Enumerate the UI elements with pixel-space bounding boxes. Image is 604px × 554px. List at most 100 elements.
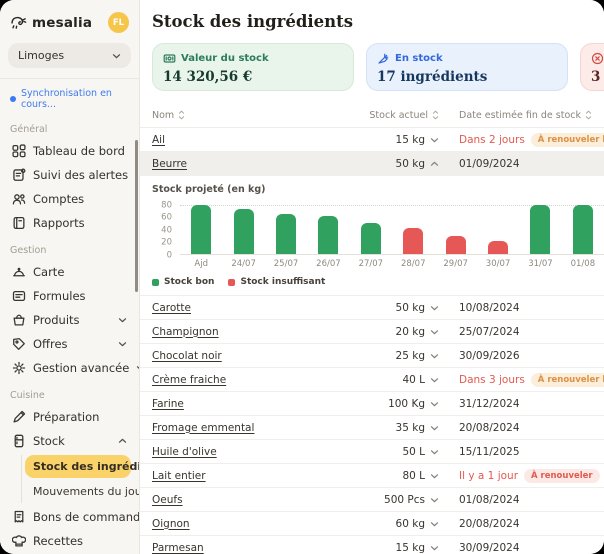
renewal-badge: À renouveler bientôt xyxy=(531,133,604,147)
table-row-fromage-emmental[interactable]: Fromage emmental35 kg20/08/2024 xyxy=(140,416,604,440)
sidebar-item-produits[interactable]: Produits xyxy=(8,308,131,332)
table-row-carotte[interactable]: Carotte50 kg10/08/2024 xyxy=(140,296,604,320)
x-tick-label: 27/07 xyxy=(350,259,392,269)
chevron-down-icon[interactable] xyxy=(430,544,439,552)
table-row-chocolat-noir[interactable]: Chocolat noir25 kg30/09/2026 xyxy=(140,344,604,368)
ingredient-link[interactable]: Chocolat noir xyxy=(152,350,222,362)
ingredient-link[interactable]: Beurre xyxy=(152,158,187,170)
chevron-down-icon[interactable] xyxy=(430,448,439,456)
stock-value: 25 kg xyxy=(396,350,425,362)
chevron-down-icon[interactable] xyxy=(430,496,439,504)
ingredient-link[interactable]: Oeufs xyxy=(152,494,183,506)
x-tick-label: 31/07 xyxy=(519,259,561,269)
bar-25-07[interactable] xyxy=(276,214,296,255)
bar-31-07[interactable] xyxy=(530,205,550,255)
column-header-stock-actuel[interactable]: Stock actuel xyxy=(309,110,439,121)
sidebar-item-formules[interactable]: Formules xyxy=(8,284,131,308)
table-row-beurre[interactable]: Beurre50 kg01/09/2024 xyxy=(140,152,604,176)
sidebar-item-preparation[interactable]: Préparation xyxy=(8,405,131,429)
ingredient-link[interactable]: Carotte xyxy=(152,302,191,314)
ingredient-link[interactable]: Oignon xyxy=(152,518,190,530)
table-row-champignon[interactable]: Champignon20 kg25/07/2024 xyxy=(140,320,604,344)
table-row-creme-fraiche[interactable]: Crème fraiche40 LDans 3 joursÀ renouvele… xyxy=(140,368,604,392)
bar-24-07[interactable] xyxy=(234,209,254,255)
sidebar-item-comptes[interactable]: Comptes xyxy=(8,187,131,211)
column-header-date-estimee-fin-de-stock[interactable]: Date estimée fin de stock xyxy=(439,110,604,121)
table-row-oeufs[interactable]: Oeufs500 Pcs01/08/2024 xyxy=(140,488,604,512)
ingredient-link[interactable]: Farine xyxy=(152,398,184,410)
x-tick-label: 01/08 xyxy=(562,259,604,269)
sidebar-item-recettes[interactable]: Recettes xyxy=(8,529,131,553)
sidebar-item-suivi-des-alertes[interactable]: Suivi des alertes xyxy=(8,163,131,187)
chevron-down-icon[interactable] xyxy=(430,136,439,144)
cell-date: Dans 2 joursÀ renouveler bientôt xyxy=(439,133,604,147)
renewal-badge: À renouveler bientôt xyxy=(531,373,604,387)
stock-value: 15 kg xyxy=(396,134,425,146)
table-row-lait-entier[interactable]: Lait entier80 LIl y a 1 jourÀ renouveler xyxy=(140,464,604,488)
chevron-down-icon[interactable] xyxy=(430,304,439,312)
bar-28-07[interactable] xyxy=(403,228,423,256)
cell-name: Oignon xyxy=(152,518,309,530)
main-content: Stock des ingrédients Valeur du stock14 … xyxy=(140,0,604,554)
chevron-up-icon[interactable] xyxy=(430,160,439,168)
card-label: En stock xyxy=(395,53,443,64)
stock-value: 80 L xyxy=(402,470,425,482)
sidebar-subitem-mouvements-du-jour[interactable]: Mouvements du jour xyxy=(25,480,131,503)
sort-icon[interactable] xyxy=(432,110,439,120)
sidebar-item-carte[interactable]: Carte xyxy=(8,260,131,284)
cell-name: Crème fraiche xyxy=(152,374,309,386)
sidebar-item-bons-de-commandes[interactable]: Bons de commandes xyxy=(8,505,131,529)
chevron-down-icon[interactable] xyxy=(430,328,439,336)
table-row-farine[interactable]: Farine100 Kg31/12/2024 xyxy=(140,392,604,416)
sidebar-item-rapports[interactable]: Rapports xyxy=(8,211,131,235)
table-row-oignon[interactable]: Oignon60 kg20/08/2024 xyxy=(140,512,604,536)
sidebar-item-stock[interactable]: Stock xyxy=(8,429,131,453)
ingredient-link[interactable]: Huile d'olive xyxy=(152,446,217,458)
bar-27-07[interactable] xyxy=(361,223,381,255)
legend-swatch xyxy=(228,279,235,286)
sidebar-subitem-stock-des-ingredients[interactable]: Stock des ingrédients xyxy=(25,455,131,478)
chevron-down-icon[interactable] xyxy=(430,400,439,408)
preparation-icon xyxy=(12,410,26,424)
chevron-down-icon[interactable] xyxy=(430,424,439,432)
avatar[interactable]: FL xyxy=(108,12,129,33)
sidebar-item-tableau-de-bord[interactable]: Tableau de bord xyxy=(8,139,131,163)
ingredient-link[interactable]: Fromage emmental xyxy=(152,422,254,434)
card-value: 17 ingrédients xyxy=(377,69,557,85)
table-row-parmesan[interactable]: Parmesan15 kg30/09/2024 xyxy=(140,536,604,554)
chevron-down-icon[interactable] xyxy=(430,472,439,480)
cell-stock: 40 L xyxy=(309,374,439,386)
bar-26-07[interactable] xyxy=(318,216,338,255)
sort-icon[interactable] xyxy=(585,110,592,120)
bar-01-08[interactable] xyxy=(573,205,593,255)
bar-30-07[interactable] xyxy=(488,241,508,255)
bar-ajd[interactable] xyxy=(191,205,211,255)
ingredient-link[interactable]: Crème fraiche xyxy=(152,374,226,386)
y-tick-label: 0 xyxy=(152,251,172,260)
chevron-down-icon[interactable] xyxy=(430,520,439,528)
ingredient-link[interactable]: Parmesan xyxy=(152,542,204,554)
chevron-down-icon xyxy=(136,364,140,372)
cell-stock: 15 kg xyxy=(309,134,439,146)
sidebar-scrollbar[interactable] xyxy=(135,140,138,292)
location-select[interactable]: Limoges xyxy=(8,43,131,68)
table-row-ail[interactable]: Ail 15 kg Dans 2 joursÀ renouveler bientôt xyxy=(140,128,604,152)
table-row-huile-d-olive[interactable]: Huile d'olive50 L15/11/2025 xyxy=(140,440,604,464)
location-value: Limoges xyxy=(18,49,64,62)
ingredient-link[interactable]: Ail xyxy=(152,134,165,146)
summary-card-en-stock: En stock 17 ingrédients xyxy=(366,43,568,91)
cell-name: Ail xyxy=(152,134,309,146)
reports-icon xyxy=(12,216,26,230)
legend-item-good: Stock bon xyxy=(152,277,214,287)
bar-29-07[interactable] xyxy=(446,236,466,255)
column-header-nom[interactable]: Nom xyxy=(152,110,309,121)
ingredient-link[interactable]: Lait entier xyxy=(152,470,206,482)
chevron-down-icon[interactable] xyxy=(430,352,439,360)
sort-icon[interactable] xyxy=(178,110,185,120)
sidebar-item-offres[interactable]: Offres xyxy=(8,332,131,356)
sidebar-item-gestion-avancee[interactable]: Gestion avancée xyxy=(8,356,131,380)
chevron-down-icon[interactable] xyxy=(430,376,439,384)
app-window: mesalia FL Limoges Synchronisation en co… xyxy=(0,0,604,554)
stock-value: 500 Pcs xyxy=(384,494,425,506)
ingredient-link[interactable]: Champignon xyxy=(152,326,219,338)
